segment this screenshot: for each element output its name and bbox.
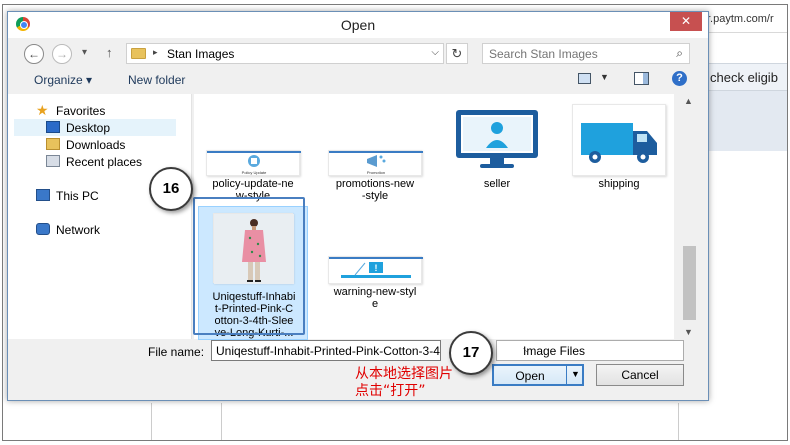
sidebar-item-favorites[interactable]: ★ Favorites (8, 102, 192, 119)
file-thumbnail: ! (328, 256, 423, 284)
organize-menu[interactable]: Organize ▾ (34, 73, 92, 87)
selected-file-highlight (193, 197, 305, 335)
file-thumbnail (450, 104, 544, 176)
policy-update-thumbnail-icon: Policy Update (207, 151, 301, 175)
bg-column-line (151, 403, 152, 440)
step-17-badge: 17 (449, 331, 493, 375)
file-name-field[interactable] (211, 340, 441, 361)
sidebar-item-label: Favorites (56, 104, 106, 118)
svg-text:!: ! (375, 263, 378, 273)
chevron-down-icon[interactable]: ⌵ (431, 47, 439, 58)
search-icon[interactable]: ⌕ (676, 46, 683, 61)
chevron-down-icon[interactable]: ⌵ (523, 344, 679, 355)
sidebar-item-label: Recent places (66, 155, 143, 169)
file-name-label: promotions-new -style (320, 178, 430, 202)
file-thumbnail (572, 104, 666, 176)
desktop-icon (46, 121, 60, 133)
caption-line: shipping (598, 178, 640, 190)
close-button[interactable]: ✕ (670, 12, 702, 31)
file-item-seller[interactable]: seller (442, 94, 552, 194)
bg-column-line (678, 403, 679, 440)
search-input[interactable] (489, 46, 659, 61)
file-name-label: warning-new-styl e (320, 286, 430, 310)
sidebar-item-label: Network (56, 223, 101, 237)
bg-divider (708, 32, 787, 33)
file-name-label: seller (442, 178, 552, 190)
file-item-warning[interactable]: ! warning-new-styl e (320, 206, 430, 316)
scrollbar-thumb[interactable] (683, 246, 696, 320)
caption-line: promotions-new (335, 178, 415, 190)
thumbnail-text: Promotion (367, 170, 385, 175)
caption-line: warning-new-styl (333, 286, 417, 298)
caption-line: e (371, 298, 379, 310)
dialog-titlebar: Open ✕ (8, 12, 708, 38)
sidebar-item-network[interactable]: Network (8, 221, 192, 238)
bg-column-line (221, 403, 222, 440)
address-bar[interactable]: ▸ Stan Images ⌵ (126, 43, 444, 64)
instruction-line: 从本地选择图片 (355, 366, 453, 382)
open-button-label[interactable]: Open (494, 369, 566, 383)
open-file-dialog: Open ✕ ← → ▾ ↑ ▸ Stan Images ⌵ ↻ ⌕ Organ… (7, 11, 709, 401)
shipping-truck-icon (581, 123, 657, 163)
screenshot-frame: r.paytm.com/r check eligib Open ✕ ← → ▾ … (2, 4, 788, 441)
up-button[interactable]: ↑ (106, 45, 113, 60)
star-icon: ★ (36, 102, 49, 118)
scroll-down-icon[interactable]: ▼ (684, 327, 693, 337)
new-folder-button[interactable]: New folder (128, 73, 185, 87)
sidebar-item-label: Downloads (66, 138, 126, 152)
command-toolbar: Organize ▾ New folder ▼ ? (8, 68, 708, 92)
open-options-dropdown-icon[interactable]: ▼ (571, 369, 580, 379)
downloads-icon (46, 138, 60, 150)
scroll-up-icon[interactable]: ▲ (684, 96, 693, 106)
file-thumbnail: Policy Update (206, 150, 301, 176)
navigation-bar: ← → ▾ ↑ ▸ Stan Images ⌵ ↻ ⌕ (8, 42, 708, 66)
file-name-label-text: File name: (148, 345, 205, 359)
sidebar-item-label: This PC (56, 189, 99, 203)
sidebar-item-downloads[interactable]: Downloads (8, 136, 192, 153)
refresh-button[interactable]: ↻ (446, 43, 468, 64)
vertical-scrollbar[interactable]: ▲ ▼ (680, 94, 699, 339)
dialog-title: Open (340, 17, 376, 33)
file-item-promotions[interactable]: Promotion promotions-new -style (320, 94, 430, 209)
browser-url-fragment: r.paytm.com/r (707, 13, 774, 25)
computer-icon (36, 189, 50, 201)
caption-line: seller (483, 178, 511, 190)
instruction-note: 从本地选择图片 点击“打开” (355, 366, 453, 400)
cancel-button[interactable]: Cancel (596, 364, 684, 386)
back-button[interactable]: ← (24, 44, 44, 64)
seller-monitor-icon (456, 110, 538, 168)
thumbnail-text: Policy Update (242, 170, 267, 175)
current-location[interactable]: Stan Images (167, 47, 234, 61)
recent-locations-dropdown[interactable]: ▾ (82, 47, 87, 58)
view-options-dropdown[interactable]: ▼ (600, 72, 609, 82)
instruction-line: 点击“打开” (355, 383, 426, 399)
check-eligibility-text: check eligib (708, 63, 787, 91)
promotion-thumbnail-icon: Promotion (329, 151, 423, 175)
network-icon (36, 223, 50, 235)
caption-line: policy-update-ne (212, 178, 294, 190)
search-box[interactable]: ⌕ (482, 43, 690, 64)
split-divider (566, 366, 567, 384)
file-item-shipping[interactable]: shipping (564, 94, 674, 194)
forward-button[interactable]: → (52, 44, 72, 64)
open-button[interactable]: Open ▼ (492, 364, 584, 386)
file-item-policy-update[interactable]: Policy Update policy-update-ne w-style (198, 94, 308, 209)
sidebar-item-label: Desktop (66, 121, 111, 135)
caption-line: -style (361, 190, 389, 202)
warning-thumbnail-icon: ! (329, 257, 423, 278)
sidebar-item-desktop[interactable]: Desktop (14, 119, 176, 136)
preview-pane-icon[interactable] (634, 72, 649, 85)
file-name-input[interactable] (216, 343, 440, 359)
folder-icon (131, 48, 146, 59)
file-name-label: shipping (564, 178, 674, 190)
step-16-badge: 16 (149, 167, 193, 211)
help-icon[interactable]: ? (672, 71, 687, 86)
file-type-select[interactable]: Image Files ⌵ (496, 340, 684, 361)
file-thumbnail: Promotion (328, 150, 423, 176)
breadcrumb-arrow-icon[interactable]: ▸ (153, 47, 158, 58)
bg-panel (708, 91, 787, 151)
change-view-icon[interactable] (578, 73, 591, 84)
recent-places-icon (46, 155, 60, 167)
navigation-pane: ★ Favorites Desktop Downloads Recent pla… (8, 94, 192, 339)
